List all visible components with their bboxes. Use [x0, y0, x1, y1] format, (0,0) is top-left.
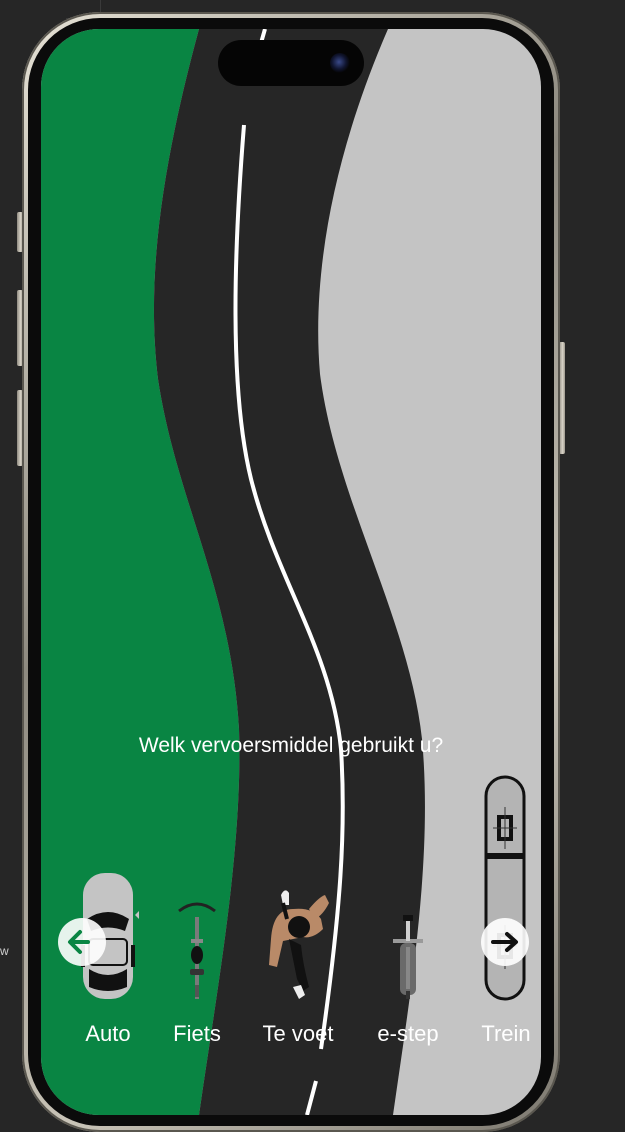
option-label: Trein [481, 1021, 531, 1046]
option-label: Te voet [262, 1021, 334, 1046]
question-title: Welk vervoersmiddel gebruikt u? [138, 734, 444, 757]
train-icon [484, 775, 526, 1001]
canvas-stage: w Welk vervoersmiddel gebruikt u? Auto F… [0, 0, 625, 1132]
pedestrian-icon [269, 890, 329, 999]
arrow-left-icon [68, 930, 90, 954]
option-label: e-step [377, 1021, 439, 1046]
option-fiets[interactable]: Fiets [142, 769, 252, 1059]
option-trein[interactable]: Trein [451, 769, 541, 1059]
bicycle-icon [178, 902, 216, 999]
camera-icon [330, 53, 350, 73]
next-button[interactable] [481, 918, 529, 966]
dynamic-island [218, 40, 364, 86]
option-label: Fiets [173, 1021, 221, 1046]
e-scooter-icon [393, 915, 423, 999]
phone-screen: Welk vervoersmiddel gebruikt u? Auto Fie… [41, 29, 541, 1115]
previous-button[interactable] [58, 918, 106, 966]
arrow-right-icon [491, 932, 518, 952]
option-e-step[interactable]: e-step [353, 769, 463, 1059]
editor-edge-text: w [0, 944, 9, 958]
transport-carousel: Auto Fiets Te voet e-step Trein [41, 769, 541, 1069]
option-te-voet[interactable]: Te voet [243, 769, 353, 1059]
